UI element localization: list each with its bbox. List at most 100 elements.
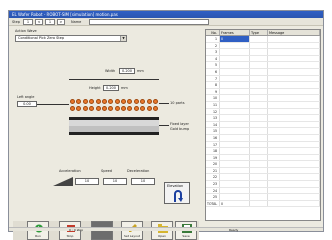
row-number: 11 (206, 101, 220, 108)
acceleration-label: Acceleration (59, 169, 81, 173)
table-row[interactable]: 6 (206, 68, 320, 76)
table-row[interactable]: 24 (206, 187, 320, 195)
table-row[interactable]: 5 (206, 62, 320, 69)
table-row[interactable]: 18 (206, 148, 320, 155)
row-message (268, 108, 320, 115)
table-row[interactable]: 14 (206, 121, 320, 129)
status-right: Ready (229, 228, 239, 232)
col-frames-header[interactable]: Frames (220, 30, 250, 35)
table-row[interactable]: 9 (206, 88, 320, 96)
row-number: 12 (206, 108, 220, 115)
table-row[interactable]: 4 (206, 55, 320, 63)
width-input[interactable]: 0.200 (119, 68, 135, 74)
elevation-button[interactable]: Elevation (164, 182, 190, 204)
acceleration-stepper[interactable]: 10 (75, 178, 99, 185)
row-frames (220, 115, 250, 121)
step-next-button[interactable]: > (57, 19, 65, 25)
col-type-header[interactable]: Type (250, 30, 268, 35)
row-message (268, 115, 320, 121)
col-message-header[interactable]: Message (268, 30, 320, 35)
row-frames (220, 95, 250, 101)
bump (114, 99, 120, 104)
table-row[interactable]: 12 (206, 108, 320, 116)
bump (133, 106, 139, 111)
bump (140, 99, 146, 104)
height-label: Height (89, 86, 101, 90)
row-message (268, 187, 320, 194)
row-type (250, 68, 268, 75)
bump (95, 99, 101, 104)
col-no-header[interactable]: No. (206, 30, 220, 35)
table-row[interactable]: 10 (206, 95, 320, 102)
speed-stepper[interactable]: 10 (103, 178, 127, 185)
table-row[interactable]: 11 (206, 101, 320, 109)
row-message (268, 141, 320, 148)
table-row[interactable]: 23 (206, 181, 320, 188)
bump (76, 106, 82, 111)
table-row[interactable]: 21 (206, 167, 320, 175)
step-prev-button[interactable]: < (35, 19, 43, 25)
row-frames (220, 154, 250, 161)
step-of-field[interactable]: 1 (45, 19, 55, 25)
bump (70, 106, 75, 111)
row-message (268, 62, 320, 68)
row-message (268, 49, 320, 55)
table-row[interactable]: 25 (206, 194, 320, 201)
left-angle-input[interactable]: 0.00 (17, 101, 37, 107)
step-table: No. Frames Type Message 1 0 2 3 4 5 6 7 8 9 10 11 12… (205, 29, 321, 221)
row-frames (220, 148, 250, 154)
row-frames (220, 42, 250, 49)
table-row[interactable]: 10 (206, 36, 320, 43)
toolbar: Step 1 < 1 > Name (9, 18, 323, 26)
table-row[interactable]: 19 (206, 154, 320, 162)
table-row[interactable]: 13 (206, 115, 320, 122)
table-row[interactable]: 2 (206, 42, 320, 50)
name-input[interactable] (89, 19, 209, 25)
row-message (268, 134, 320, 141)
row-number: 17 (206, 141, 220, 148)
table-row[interactable]: 16 (206, 134, 320, 142)
bump (101, 99, 107, 104)
deceleration-stepper[interactable]: 10 (131, 178, 155, 185)
row-frames (220, 181, 250, 187)
table-row[interactable]: 3 (206, 49, 320, 56)
total-label: TOTAL (206, 200, 220, 207)
row-type (250, 161, 268, 167)
row-type (250, 154, 268, 161)
row-number: 4 (206, 55, 220, 62)
row-type (250, 141, 268, 148)
row-number: 24 (206, 187, 220, 194)
row-type (250, 194, 268, 200)
table-row[interactable]: 15 (206, 128, 320, 135)
row-message (268, 121, 320, 128)
table-row[interactable]: 22 (206, 174, 320, 182)
row-number: 25 (206, 194, 220, 200)
row-type (250, 128, 268, 134)
row-number: 20 (206, 161, 220, 167)
row-type (250, 121, 268, 128)
row-message (268, 128, 320, 134)
row-message (268, 154, 320, 161)
row-message (268, 88, 320, 95)
width-dimension-line (69, 79, 159, 80)
left-angle-label: Left angle (17, 95, 35, 99)
step-field[interactable]: 1 (23, 19, 33, 25)
bump (95, 106, 101, 111)
bump (108, 99, 114, 104)
row-frames (220, 161, 250, 167)
row-frames (220, 62, 250, 68)
table-row[interactable]: 8 (206, 82, 320, 89)
table-row[interactable]: 20 (206, 161, 320, 168)
table-row[interactable]: 17 (206, 141, 320, 149)
row-type (250, 101, 268, 108)
board-diagram (69, 117, 159, 135)
mode-select[interactable]: Conditional Pick Zero Step ▼ (15, 35, 127, 42)
height-input[interactable]: 0.200 (103, 85, 119, 91)
row-number: 19 (206, 154, 220, 161)
row-frames (220, 101, 250, 108)
row-number: 7 (206, 75, 220, 82)
chevron-down-icon[interactable]: ▼ (120, 36, 126, 41)
table-body: 1 0 2 3 4 5 6 7 8 9 10 11 12 13 14 15 16 17 18 19 20 21 22 23 24… (206, 36, 320, 201)
table-row[interactable]: 7 (206, 75, 320, 83)
run-label: Run (35, 234, 41, 238)
